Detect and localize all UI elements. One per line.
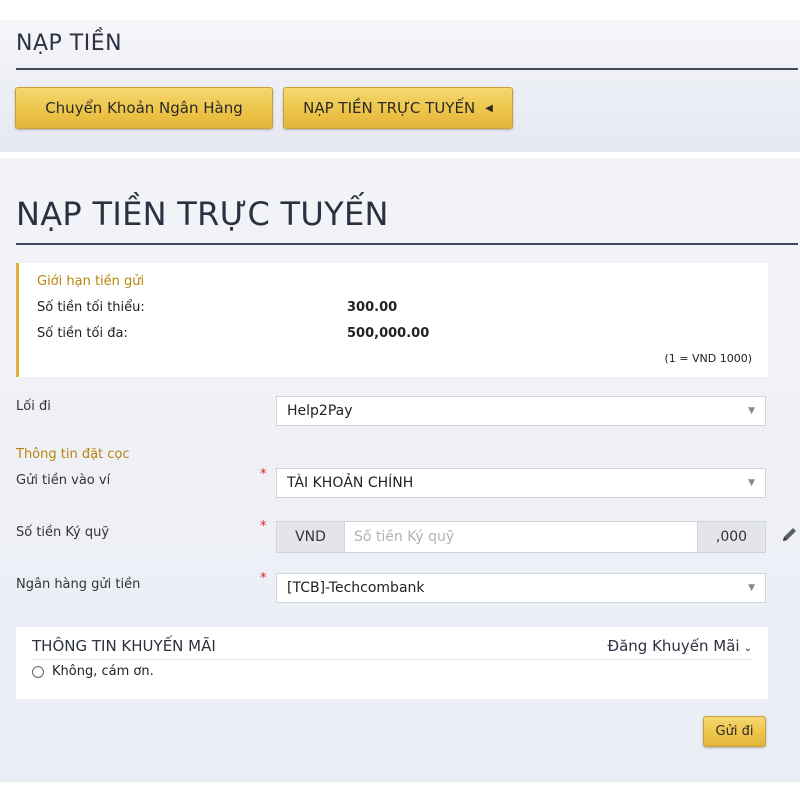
currency-addon: VND: [277, 522, 345, 552]
required-mark: *: [260, 467, 267, 482]
bank-select[interactable]: [TCB]-Techcombank ▼: [276, 573, 766, 603]
min-amount-label: Số tiền tối thiểu:: [37, 300, 145, 315]
caret-left-icon: ◀: [485, 102, 493, 114]
chevron-down-icon: ▼: [748, 583, 755, 593]
max-amount-value: 500,000.00: [347, 326, 430, 341]
required-mark: *: [260, 571, 267, 586]
submit-button[interactable]: Gửi đi: [703, 716, 766, 747]
amount-label: Số tiền Ký quỹ: [16, 525, 110, 540]
promotion-title: THÔNG TIN KHUYẾN MÃI: [32, 637, 216, 655]
required-mark: *: [260, 519, 267, 534]
no-promotion-option[interactable]: Không, cám ơn.: [32, 664, 154, 679]
wallet-select-value: TÀI KHOẢN CHÍNH: [287, 475, 414, 491]
promotion-box: THÔNG TIN KHUYẾN MÃI Đăng Khuyến Mãi ⌄ Kh…: [16, 627, 768, 699]
tab-bank-transfer[interactable]: Chuyển Khoản Ngân Hàng: [15, 87, 273, 129]
header-divider: [16, 68, 798, 70]
page-title: NẠP TIỀN: [16, 31, 123, 56]
radio-unchecked-icon[interactable]: [32, 665, 44, 678]
gateway-label: Lối đi: [16, 399, 51, 414]
register-promotion-link[interactable]: Đăng Khuyến Mãi ⌄: [607, 637, 752, 655]
gateway-select[interactable]: Help2Pay ▼: [276, 396, 766, 426]
no-promotion-label: Không, cám ơn.: [52, 664, 154, 679]
max-amount-label: Số tiền tối đa:: [37, 326, 128, 341]
register-promotion-label: Đăng Khuyến Mãi: [607, 637, 740, 655]
chevron-down-icon: ⌄: [743, 643, 752, 654]
top-band: [0, 0, 800, 20]
promotion-divider: [32, 659, 752, 660]
min-amount-value: 300.00: [347, 300, 398, 315]
limits-title: Giới hạn tiền gửi: [37, 274, 145, 289]
wallet-label: Gửi tiền vào ví: [16, 473, 111, 488]
gateway-select-value: Help2Pay: [287, 403, 353, 419]
tab-online-deposit-label: NẠP TIỀN TRỰC TUYẾN: [303, 99, 476, 117]
tab-online-deposit[interactable]: NẠP TIỀN TRỰC TUYẾN ◀: [283, 87, 513, 129]
deposit-info-label: Thông tin đặt cọc: [16, 447, 130, 462]
pencil-icon[interactable]: [780, 524, 798, 546]
chevron-down-icon: ▼: [748, 478, 755, 488]
section-title: NẠP TIỀN TRỰC TUYẾN: [16, 195, 389, 233]
conversion-note: (1 = VND 1000): [664, 352, 752, 365]
amount-input-group: VND ,000: [276, 521, 766, 553]
amount-suffix: ,000: [697, 522, 765, 552]
bank-label: Ngân hàng gửi tiền: [16, 577, 141, 592]
bank-select-value: [TCB]-Techcombank: [287, 580, 425, 596]
deposit-limits-box: Giới hạn tiền gửi Số tiền tối thiểu: 300…: [16, 263, 768, 377]
wallet-select[interactable]: TÀI KHOẢN CHÍNH ▼: [276, 468, 766, 498]
section-divider: [16, 243, 798, 245]
tab-bank-transfer-label: Chuyển Khoản Ngân Hàng: [45, 99, 243, 117]
chevron-down-icon: ▼: [748, 406, 755, 416]
submit-button-label: Gửi đi: [715, 724, 754, 739]
amount-input[interactable]: [345, 522, 697, 552]
